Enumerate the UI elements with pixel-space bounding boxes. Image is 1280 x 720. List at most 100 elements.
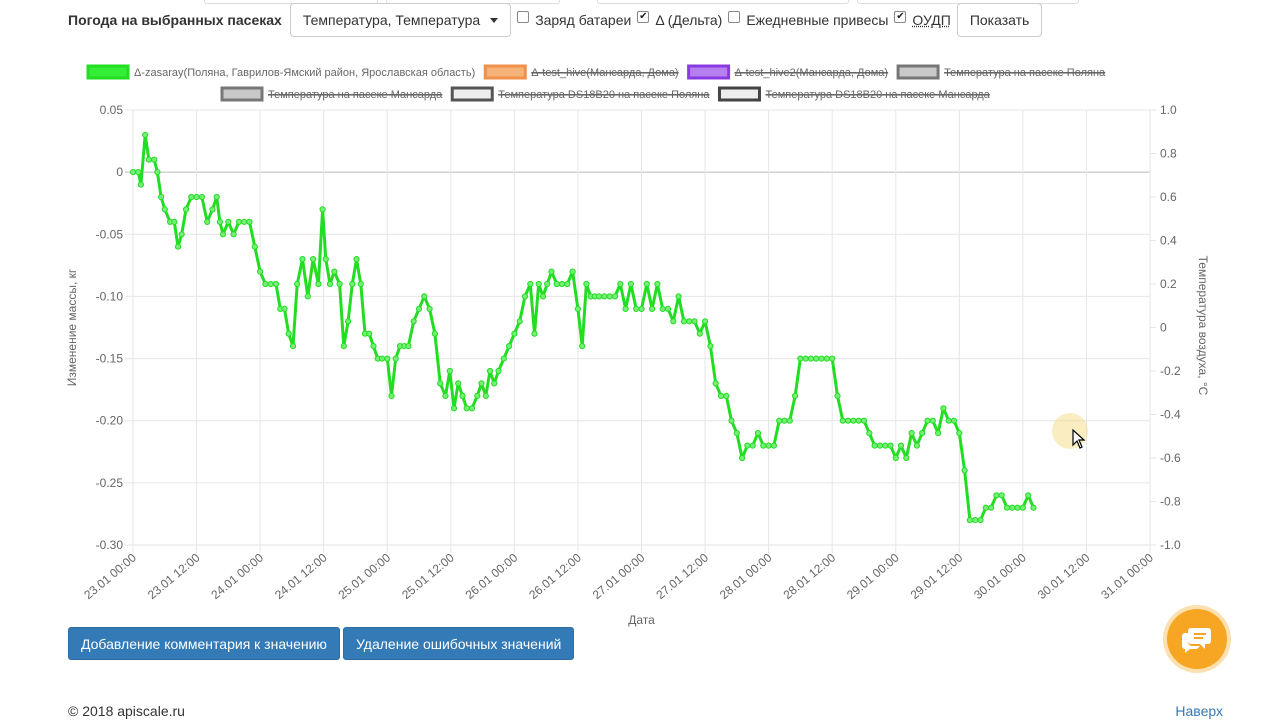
- legend-swatch: [896, 64, 940, 80]
- data-point: [1025, 492, 1032, 499]
- add-comment-button[interactable]: Добавление комментария к значению: [68, 627, 340, 660]
- data-point: [388, 392, 395, 399]
- data-point: [322, 256, 329, 263]
- data-point: [617, 280, 624, 288]
- legend-swatch: [220, 86, 264, 102]
- data-point: [331, 268, 338, 275]
- data-point: [802, 355, 809, 362]
- data-point: [531, 330, 538, 337]
- x-tick-label: 24.01 00:00: [208, 550, 266, 602]
- data-point: [998, 492, 1005, 499]
- data-point: [834, 392, 841, 399]
- data-point: [319, 206, 326, 213]
- x-tick-label: 23.01 12:00: [145, 550, 203, 602]
- data-point: [285, 330, 292, 337]
- y-right-tick: 1.0: [1160, 103, 1177, 117]
- data-point: [384, 355, 391, 362]
- legend-swatch: [687, 64, 731, 80]
- chat-button[interactable]: [1167, 609, 1227, 669]
- data-point: [633, 305, 640, 312]
- data-point: [336, 280, 343, 288]
- data-point: [370, 343, 377, 350]
- data-point: [154, 169, 161, 176]
- data-point: [601, 293, 608, 300]
- y-right-tick: -1.0: [1160, 538, 1181, 552]
- data-point: [378, 355, 386, 362]
- data-point: [850, 417, 857, 424]
- y-right-axis-title: Температура воздуха, °C: [1196, 256, 1210, 396]
- data-point: [728, 417, 735, 424]
- data-point: [876, 442, 884, 449]
- data-point: [357, 280, 364, 288]
- data-point: [315, 280, 322, 288]
- data-point: [506, 343, 513, 350]
- data-point: [491, 380, 498, 387]
- chat-bubble-icon: [1182, 628, 1211, 653]
- y-left-tick: -0.05: [96, 227, 124, 241]
- to-top-link[interactable]: Наверх: [1175, 703, 1223, 719]
- y-left-tick: -0.15: [96, 352, 124, 366]
- data-point: [366, 330, 373, 337]
- y-right-tick: 0: [1160, 321, 1167, 335]
- legend-swatch: [717, 86, 761, 102]
- data-point: [670, 318, 677, 325]
- data-point: [649, 305, 656, 312]
- data-point: [583, 280, 590, 288]
- legend-swatch: [450, 86, 494, 102]
- x-tick-label: 25.01 00:00: [336, 550, 394, 602]
- mouse-pointer-icon: [1072, 429, 1086, 449]
- data-point: [871, 442, 878, 449]
- data-point: [442, 392, 449, 399]
- data-point: [897, 442, 905, 449]
- data-point: [569, 268, 576, 275]
- data-point: [182, 206, 190, 213]
- data-point: [813, 355, 820, 362]
- data-point: [654, 280, 661, 288]
- data-point: [474, 392, 481, 399]
- data-point: [535, 280, 542, 288]
- data-point: [829, 355, 836, 362]
- data-point: [579, 343, 586, 350]
- y-left-tick: -0.10: [96, 289, 124, 303]
- data-point: [1003, 504, 1011, 511]
- data-point: [977, 517, 984, 524]
- delete-errors-button[interactable]: Удаление ошибочных значений: [343, 627, 575, 660]
- data-point: [174, 243, 182, 250]
- data-point: [421, 293, 428, 300]
- data-point: [664, 305, 672, 312]
- data-point: [1009, 504, 1016, 511]
- data-point: [151, 156, 158, 163]
- data-point: [717, 392, 725, 399]
- y-right-tick: -0.8: [1160, 495, 1181, 509]
- data-point: [426, 305, 433, 312]
- data-point: [431, 330, 438, 337]
- x-tick-label: 29.01 00:00: [844, 550, 902, 602]
- data-point: [988, 504, 995, 511]
- data-point: [294, 280, 301, 288]
- data-point: [627, 280, 635, 288]
- data-point: [866, 430, 873, 437]
- data-point: [225, 218, 232, 225]
- data-point: [659, 305, 666, 312]
- x-tick-label: 23.01 00:00: [81, 550, 139, 602]
- data-point: [548, 268, 555, 275]
- y-left-tick: -0.30: [96, 538, 124, 552]
- data-point: [723, 392, 730, 399]
- data-point: [521, 293, 529, 300]
- data-point: [145, 156, 152, 163]
- y-right-tick: -0.6: [1160, 451, 1181, 465]
- data-point: [749, 442, 756, 449]
- data-point: [310, 256, 317, 263]
- data-point: [415, 305, 423, 312]
- data-point: [553, 280, 560, 288]
- y-right-tick: -0.4: [1160, 408, 1181, 422]
- x-tick-label: 30.01 12:00: [1035, 550, 1093, 602]
- data-point: [251, 243, 258, 250]
- data-point: [770, 442, 778, 449]
- data-point: [982, 504, 989, 511]
- weight-chart[interactable]: Δ-zasaray(Поляна, Гаврилов-Ямский район,…: [0, 0, 1280, 640]
- data-point: [760, 442, 767, 449]
- data-point: [924, 417, 931, 424]
- series-line: [133, 133, 1035, 522]
- data-point: [845, 417, 852, 424]
